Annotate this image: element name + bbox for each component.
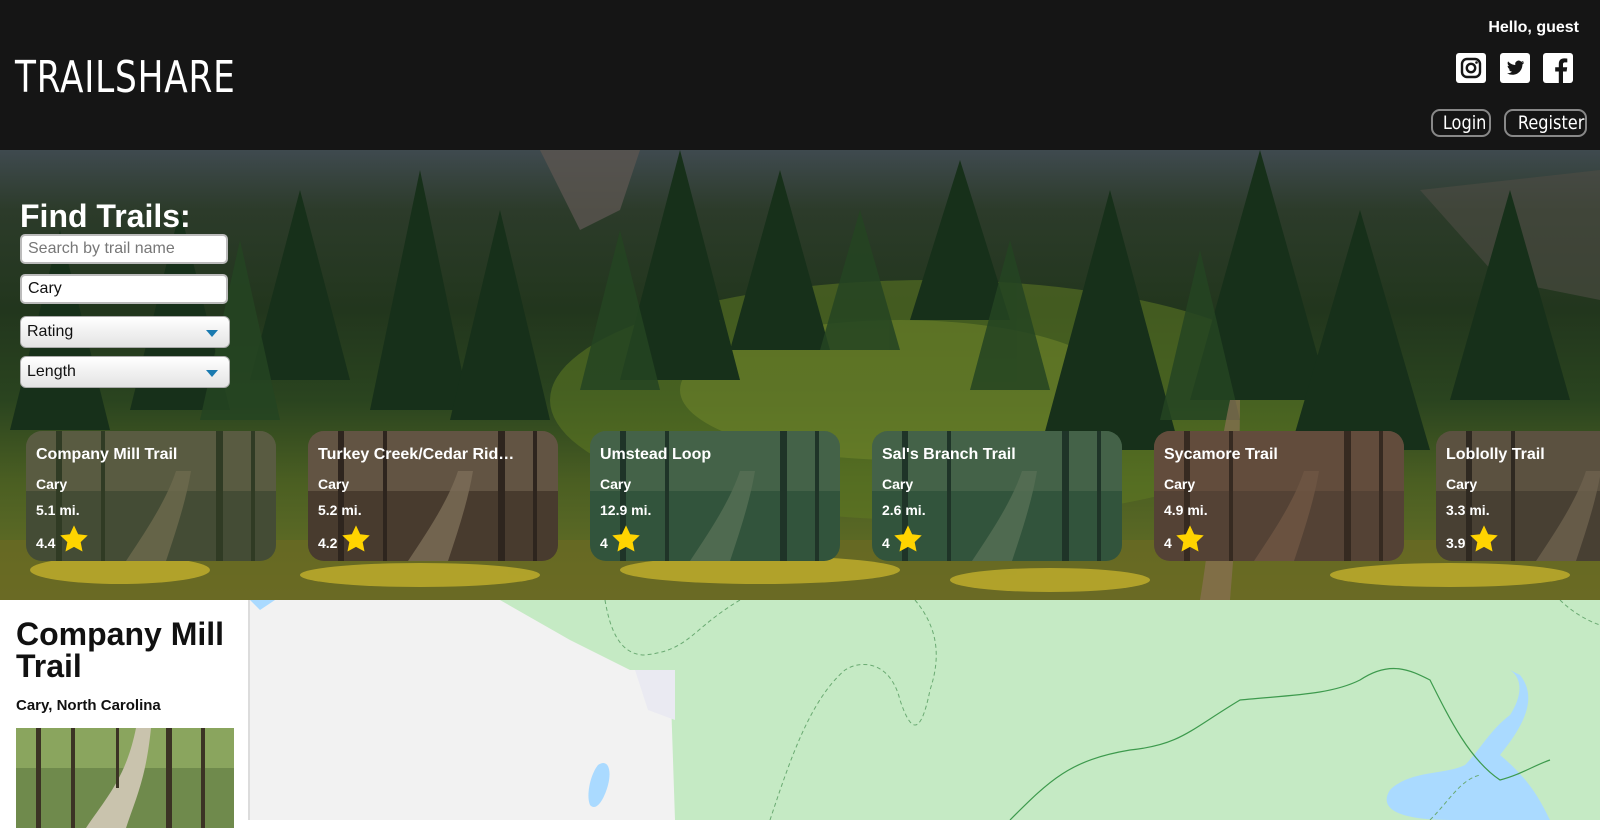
star-icon (1176, 525, 1204, 552)
trail-card-name: Umstead Loop (600, 446, 712, 463)
trail-card-city: Cary (882, 476, 914, 492)
star-icon (60, 525, 88, 552)
trail-card-length: 2.6 mi. (882, 502, 926, 518)
length-filter-select[interactable]: Length (20, 356, 230, 388)
trail-card-name: Loblolly Trail (1446, 446, 1545, 463)
trail-map[interactable] (250, 600, 1600, 820)
map-canvas[interactable] (250, 600, 1600, 820)
facebook-icon[interactable] (1543, 53, 1573, 83)
trail-card-name: Sal's Branch Trail (882, 446, 1016, 463)
trail-card-rating: 4 (882, 535, 890, 551)
chevron-down-icon (206, 370, 218, 377)
trail-card-city: Cary (36, 476, 68, 492)
trail-card-name: Turkey Creek/Cedar Ridge Trail (318, 446, 523, 463)
trail-card-city: Cary (1446, 476, 1478, 492)
trail-card-rating: 4 (1164, 535, 1172, 551)
city-search-input[interactable] (20, 274, 228, 304)
trail-card-rating: 4.4 (36, 535, 56, 551)
login-label: Login (1442, 112, 1487, 134)
trail-card[interactable]: Company Mill Trail Cary 5.1 mi. 4.4 (26, 431, 276, 561)
site-header: TRAILSHARE Hello, guest Login Register (0, 0, 1600, 150)
login-button[interactable]: Login (1431, 109, 1491, 137)
star-icon (612, 525, 640, 552)
length-filter-label: Length (27, 363, 76, 380)
trail-card-city: Cary (600, 476, 632, 492)
register-label: Register (1517, 112, 1585, 134)
trail-card-length: 5.1 mi. (36, 502, 80, 518)
instagram-icon[interactable] (1456, 53, 1486, 83)
trail-card-length: 12.9 mi. (600, 502, 652, 518)
trail-card-rating: 4 (600, 535, 608, 551)
trail-details-panel: Company Mill Trail Cary, North Carolina (0, 600, 250, 828)
trail-card-city: Cary (318, 476, 350, 492)
find-trails-heading: Find Trails: (20, 198, 191, 234)
trail-card-rating: 4.2 (318, 535, 338, 551)
site-logo[interactable]: TRAILSHARE (15, 52, 236, 103)
star-icon (1470, 525, 1498, 552)
trail-card[interactable]: Loblolly Trail Cary 3.3 mi. 3.9 (1436, 431, 1600, 561)
trail-card-city: Cary (1164, 476, 1196, 492)
user-greeting: Hello, guest (1488, 19, 1579, 36)
trail-name-search-input[interactable] (20, 234, 228, 264)
chevron-down-icon (206, 330, 218, 337)
trail-photo[interactable] (16, 728, 234, 828)
hero-banner: Find Trails: Rating Length Company Mill … (0, 150, 1600, 600)
trail-location: Cary, North Carolina (16, 697, 161, 714)
trail-title: Company Mill Trail (16, 616, 225, 684)
trail-card-length: 3.3 mi. (1446, 502, 1490, 518)
trail-card[interactable]: Turkey Creek/Cedar Ridge Trail Cary 5.2 mi… (308, 431, 558, 561)
trail-card-rating: 3.9 (1446, 535, 1466, 551)
trail-card[interactable]: Umstead Loop Cary 12.9 mi. 4 (590, 431, 840, 561)
trail-card-length: 4.9 mi. (1164, 502, 1208, 518)
star-icon (894, 525, 922, 552)
rating-filter-label: Rating (27, 323, 74, 340)
trail-card-name: Sycamore Trail (1164, 446, 1278, 463)
star-icon (342, 525, 370, 552)
trail-card-length: 5.2 mi. (318, 502, 362, 518)
rating-filter-select[interactable]: Rating (20, 316, 230, 348)
twitter-icon[interactable] (1500, 53, 1530, 83)
trail-card[interactable]: Sal's Branch Trail Cary 2.6 mi. 4 (872, 431, 1122, 561)
trail-card[interactable]: Sycamore Trail Cary 4.9 mi. 4 (1154, 431, 1404, 561)
register-button[interactable]: Register (1504, 109, 1587, 137)
trail-card-name: Company Mill Trail (36, 446, 178, 463)
